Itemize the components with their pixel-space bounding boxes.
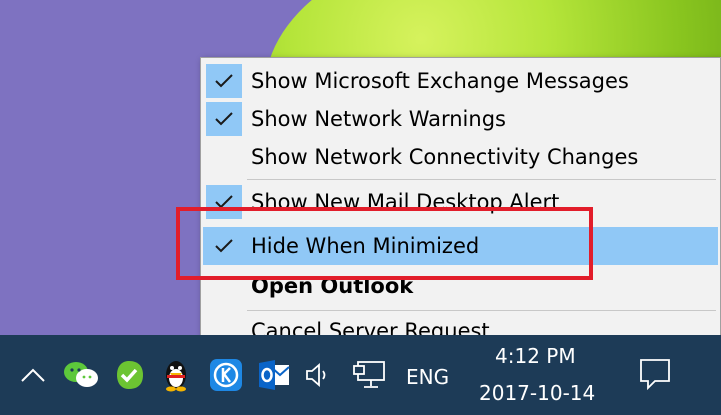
clock-time[interactable]: 4:12 PM: [495, 344, 576, 368]
qq-penguin-icon[interactable]: [160, 357, 192, 393]
speaker-icon[interactable]: [303, 361, 335, 389]
notification-icon[interactable]: [636, 355, 674, 393]
chevron-up-icon[interactable]: [18, 361, 48, 389]
menu-item-label: Show Microsoft Exchange Messages: [251, 69, 629, 93]
menu-separator: [247, 179, 716, 180]
menu-item-show-connectivity-changes[interactable]: Show Network Connectivity Changes: [203, 138, 718, 176]
red-highlight-annotation: [176, 207, 593, 280]
menu-item-show-network-warnings[interactable]: Show Network Warnings: [203, 100, 718, 138]
checkmark-icon: [206, 102, 242, 136]
menu-item-label: Show Network Warnings: [251, 107, 506, 131]
menu-separator: [247, 310, 716, 311]
menu-item-label: Show Network Connectivity Changes: [251, 145, 639, 169]
checkmark-app-icon[interactable]: [112, 358, 146, 392]
taskbar: ENG 4:12 PM 2017-10-14: [0, 335, 721, 415]
checkmark-icon: [206, 64, 242, 98]
wechat-icon[interactable]: [63, 359, 99, 391]
outlook-icon[interactable]: [256, 357, 292, 393]
network-icon[interactable]: [351, 359, 387, 391]
tray-context-menu: Show Microsoft Exchange Messages Show Ne…: [200, 57, 721, 352]
k-app-icon[interactable]: [208, 357, 244, 393]
clock-date[interactable]: 2017-10-14: [479, 381, 595, 405]
input-language-indicator[interactable]: ENG: [406, 365, 449, 389]
menu-item-show-exchange-messages[interactable]: Show Microsoft Exchange Messages: [203, 62, 718, 100]
